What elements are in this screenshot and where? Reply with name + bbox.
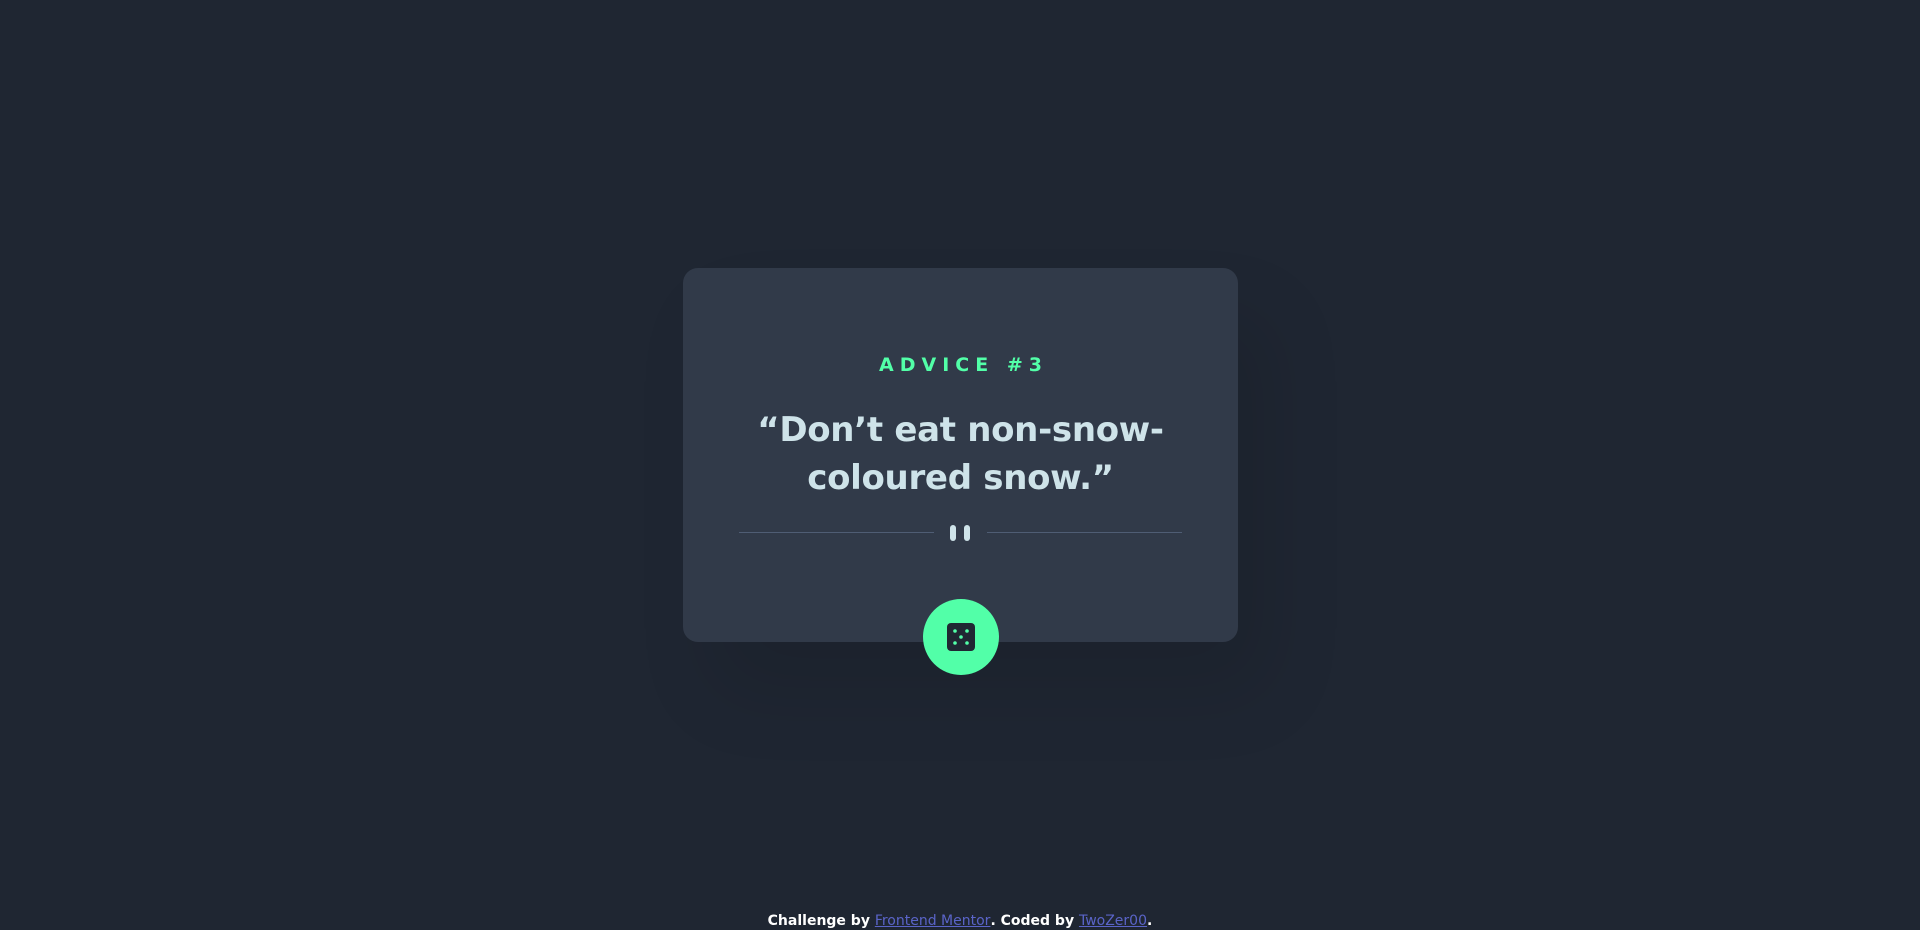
frontend-mentor-link[interactable]: Frontend Mentor (875, 913, 991, 929)
dice-icon (947, 623, 975, 651)
advice-id-heading: ADVICE #3 (879, 354, 1048, 376)
footer-challenge-prefix: Challenge by (767, 913, 875, 929)
divider-line-right (987, 532, 1182, 533)
advice-quote: “Don’t eat non-snow-coloured snow.” (757, 410, 1164, 498)
pause-icon (950, 525, 970, 541)
attribution-footer: Challenge by Frontend Mentor. Coded by T… (0, 912, 1920, 930)
footer-coded-prefix: . Coded by (990, 913, 1079, 929)
advice-card: ADVICE #3 “Don’t eat non-snow-coloured s… (683, 268, 1238, 642)
footer-suffix: . (1147, 913, 1153, 929)
divider-line-left (739, 532, 934, 533)
author-link[interactable]: TwoZer00 (1079, 913, 1147, 929)
new-advice-button[interactable] (923, 599, 999, 675)
